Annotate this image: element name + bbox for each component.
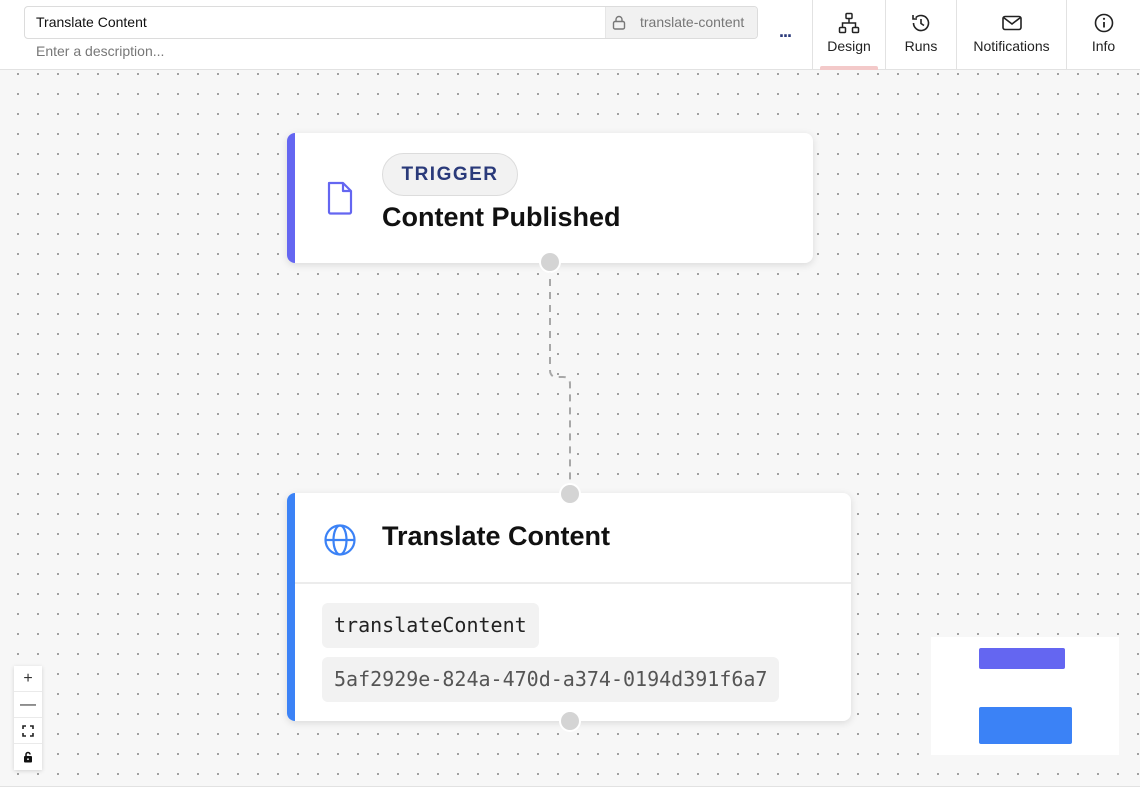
tab-runs[interactable]: Runs: [885, 0, 956, 70]
minimap-trigger-node: [979, 648, 1065, 669]
lock-icon: [24, 751, 32, 763]
trigger-node[interactable]: TRIGGER Content Published: [287, 133, 813, 263]
workflow-canvas[interactable]: TRIGGER Content Published Translate Cont…: [0, 70, 1140, 786]
action-output-handle[interactable]: [559, 710, 581, 732]
action-accent-bar: [287, 493, 295, 721]
hierarchy-icon: [838, 12, 860, 34]
trigger-accent-bar: [287, 133, 295, 263]
tab-info[interactable]: Info: [1066, 0, 1140, 70]
fit-view-icon: [22, 724, 34, 737]
tab-runs-label: Runs: [904, 38, 938, 54]
function-name-chip: translateContent: [322, 603, 539, 648]
trigger-output-handle[interactable]: [539, 251, 561, 273]
lock-canvas-button[interactable]: [14, 744, 42, 770]
tab-notifications-label: Notifications: [973, 38, 1050, 54]
bottom-border: [0, 786, 1140, 790]
slug-text: translate-content: [640, 14, 745, 30]
canvas-controls: + —: [14, 666, 42, 770]
trigger-badge: TRIGGER: [382, 153, 518, 196]
document-icon: [327, 181, 353, 215]
lock-icon: [612, 15, 626, 30]
trigger-node-title: Content Published: [382, 202, 621, 232]
node-id-chip: 5af2929e-824a-470d-a374-0194d391f6a7: [322, 657, 780, 702]
action-node-divider: [295, 582, 851, 584]
workflow-header: Translate Content translate-content Ente…: [0, 0, 1140, 70]
tab-notifications[interactable]: Notifications: [956, 0, 1066, 70]
action-node[interactable]: Translate Content translateContent 5af29…: [287, 493, 851, 721]
slug-field: translate-content: [605, 7, 757, 38]
history-icon: [912, 14, 930, 32]
description-input[interactable]: Enter a description...: [36, 43, 164, 59]
tab-design[interactable]: Design: [812, 0, 885, 70]
globe-icon: [324, 524, 356, 556]
envelope-icon: [1001, 15, 1022, 31]
view-tabs: Design Runs Notifications Info: [812, 0, 1140, 70]
minimap-action-node: [979, 707, 1072, 744]
zoom-out-button[interactable]: —: [14, 692, 42, 718]
minimap[interactable]: [931, 637, 1119, 755]
tab-info-label: Info: [1091, 38, 1116, 54]
workflow-title-text[interactable]: Translate Content: [36, 14, 147, 30]
fit-view-button[interactable]: [14, 718, 42, 744]
tab-design-label: Design: [827, 38, 871, 54]
more-options-button[interactable]: ...: [772, 18, 798, 44]
zoom-in-button[interactable]: +: [14, 666, 42, 692]
workflow-title-input[interactable]: Translate Content translate-content: [24, 6, 758, 39]
action-input-handle[interactable]: [559, 483, 581, 505]
action-node-title: Translate Content: [382, 521, 611, 551]
info-icon: [1094, 13, 1113, 33]
